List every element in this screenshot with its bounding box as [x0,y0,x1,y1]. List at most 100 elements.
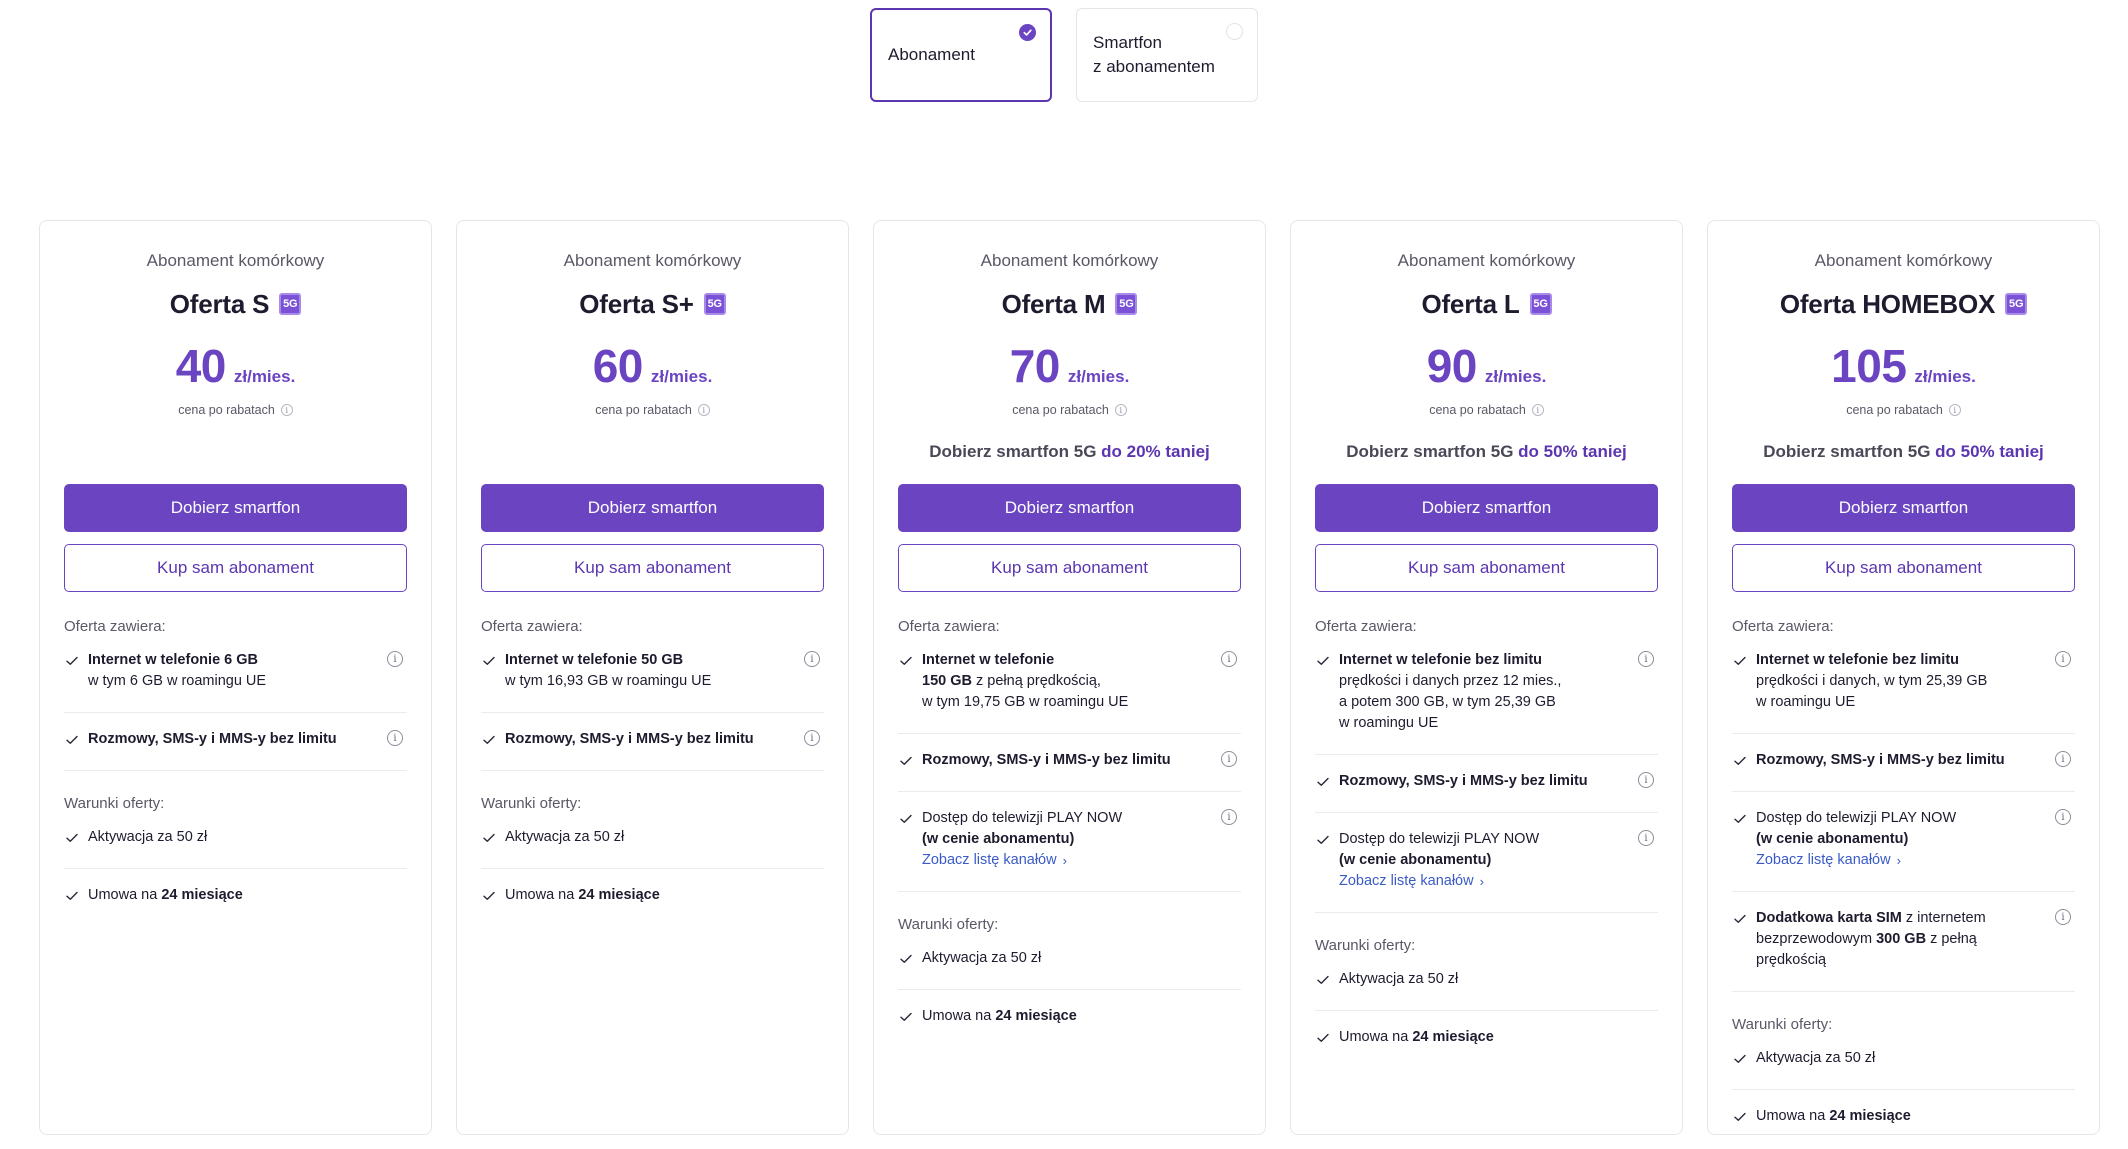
condition-content: Aktywacja za 50 zł [1339,969,1458,990]
channels-link[interactable]: Zobacz listę kanałów › [922,850,1067,871]
price-note-text: cena po rabatach [1429,403,1526,417]
info-icon[interactable]: i [804,730,820,746]
info-icon[interactable]: i [280,404,293,416]
toggle-option-smartfon[interactable]: Smartfon z abonamentem [1076,8,1258,102]
info-icon[interactable]: i [697,404,710,416]
choose-smartphone-button[interactable]: Dobierz smartfon [898,484,1241,532]
info-icon[interactable]: i [387,730,403,746]
choose-smartphone-button[interactable]: Dobierz smartfon [481,484,824,532]
conditions-list: Aktywacja za 50 zł Umowa na 24 miesiące [481,827,824,926]
info-icon[interactable]: i [1221,809,1237,825]
info-icon[interactable]: i [1221,751,1237,767]
info-icon[interactable]: i [2055,909,2071,925]
chevron-right-icon: › [1062,853,1067,868]
feature-text: w tym 16,93 GB w roamingu UE [505,673,712,689]
feature-item: Dostęp do telewizji PLAY NOW (w cenie ab… [898,808,1241,892]
feature-item: Rozmowy, SMS-y i MMS-y bez limitu i [1732,750,2075,792]
buy-plan-only-button[interactable]: Kup sam abonament [64,544,407,592]
5g-badge-icon: 5G [1115,293,1138,315]
features-list: Internet w telefonie 6 GB w tym 6 GB w r… [64,650,407,771]
feature-bold-text: Rozmowy, SMS-y i MMS-y bez limitu [922,752,1171,768]
condition-item: Aktywacja za 50 zł [898,948,1241,990]
buy-plan-only-button[interactable]: Kup sam abonament [1732,544,2075,592]
condition-content: Aktywacja za 50 zł [88,827,207,848]
conditions-list: Aktywacja za 50 zł Umowa na 24 miesiące [1315,969,1658,1068]
condition-item: Aktywacja za 50 zł [64,827,407,869]
conditions-label: Warunki oferty: [64,795,165,812]
channels-link[interactable]: Zobacz listę kanałów › [1756,850,1901,871]
choose-smartphone-button[interactable]: Dobierz smartfon [1315,484,1658,532]
feature-content: Internet w telefonie bez limitu prędkośc… [1339,650,1561,734]
radio-checked-icon [1019,24,1036,41]
info-icon[interactable]: i [1948,404,1961,416]
info-icon[interactable]: i [2055,651,2071,667]
price-unit: zł/mies. [1067,367,1130,386]
features-label: Oferta zawiera: [64,618,166,635]
buy-plan-only-button[interactable]: Kup sam abonament [1315,544,1658,592]
info-icon[interactable]: i [1221,651,1237,667]
info-icon[interactable]: i [1638,772,1654,788]
chevron-right-icon: › [1479,874,1484,889]
price-note: cena po rabatach i [481,401,824,419]
smartphone-promo: Dobierz smartfon 5G do 20% taniej [898,441,1241,463]
info-icon[interactable]: i [2055,751,2071,767]
offer-card: Abonament komórkowy Oferta S+ 5G 60 zł/mies.… [456,220,849,1135]
choose-smartphone-button[interactable]: Dobierz smartfon [1732,484,2075,532]
channels-link-label: Zobacz listę kanałów [1756,852,1891,868]
toggle-option-label: Smartfon z abonamentem [1093,33,1215,76]
condition-bold-text: 24 miesiące [1412,1029,1494,1045]
price-note: cena po rabatach i [64,401,407,419]
price-value: 105 [1831,340,1907,392]
info-icon[interactable]: i [2055,809,2071,825]
conditions-list: Aktywacja za 50 zł Umowa na 24 miesiące [64,827,407,926]
5g-badge-icon: 5G [1529,293,1552,315]
choose-smartphone-button[interactable]: Dobierz smartfon [64,484,407,532]
info-icon[interactable]: i [804,651,820,667]
buy-plan-only-button[interactable]: Kup sam abonament [481,544,824,592]
info-icon[interactable]: i [387,651,403,667]
feature-content: Dodatkowa karta SIM z internetem bezprze… [1756,908,1986,971]
feature-content: Rozmowy, SMS-y i MMS-y bez limitu [922,750,1171,771]
condition-item: Aktywacja za 50 zł [1732,1048,2075,1090]
condition-item: Aktywacja za 50 zł [1315,969,1658,1011]
info-icon[interactable]: i [1531,404,1544,416]
feature-bold-text: (w cenie abonamentu) [1756,831,1909,847]
price-value: 70 [1009,340,1061,392]
info-icon[interactable]: i [1114,404,1127,416]
condition-text: Aktywacja za 50 zł [505,829,625,845]
feature-bold-text: Dodatkowa karta SIM [1756,910,1902,926]
conditions-list: Aktywacja za 50 zł Umowa na 24 miesiące [898,948,1241,1047]
features-list: Internet w telefonie bez limitu prędkośc… [1315,650,1658,913]
feature-content: Dostęp do telewizji PLAY NOW (w cenie ab… [922,808,1122,871]
info-icon[interactable]: i [1638,651,1654,667]
condition-content: Umowa na 24 miesiące [505,885,660,906]
buy-plan-only-button[interactable]: Kup sam abonament [898,544,1241,592]
card-subtitle: Abonament komórkowy [1814,251,1993,270]
card-title-row: Oferta HOMEBOX 5G [1732,287,2075,321]
condition-content: Umowa na 24 miesiące [1339,1027,1494,1048]
price-row: 105 zł/mies. [1732,339,2075,393]
condition-content: Umowa na 24 miesiące [1756,1106,1911,1127]
conditions-label: Warunki oferty: [1732,1016,1833,1033]
promo-text: Dobierz smartfon 5G [929,442,1102,461]
5g-badge-icon: 5G [279,293,302,315]
card-title: Oferta S+ [579,288,694,319]
channels-link-label: Zobacz listę kanałów [922,852,1057,868]
offer-card: Abonament komórkowy Oferta L 5G 90 zł/mies. c… [1290,220,1683,1135]
feature-text: prędkości i danych, w tym 25,39 GB w roa… [1756,673,1988,710]
feature-item: Dodatkowa karta SIM z internetem bezprze… [1732,908,2075,992]
feature-bold-text: Internet w telefonie 50 GB [505,652,684,668]
price-note: cena po rabatach i [1315,401,1658,419]
card-title-row: Oferta L 5G [1315,287,1658,321]
feature-item: Rozmowy, SMS-y i MMS-y bez limitu i [898,750,1241,792]
feature-text: w tym 6 GB w roamingu UE [88,673,267,689]
card-title-row: Oferta M 5G [898,287,1241,321]
card-subtitle: Abonament komórkowy [146,251,325,270]
feature-text: Dostęp do telewizji PLAY NOW [1756,810,1957,826]
channels-link[interactable]: Zobacz listę kanałów › [1339,871,1484,892]
condition-bold-text: 24 miesiące [995,1008,1077,1024]
info-icon[interactable]: i [1638,830,1654,846]
price-unit: zł/mies. [650,367,713,386]
toggle-option-abonament[interactable]: Abonament [870,8,1052,102]
feature-content: Internet w telefonie 50 GB w tym 16,93 G… [505,650,711,692]
